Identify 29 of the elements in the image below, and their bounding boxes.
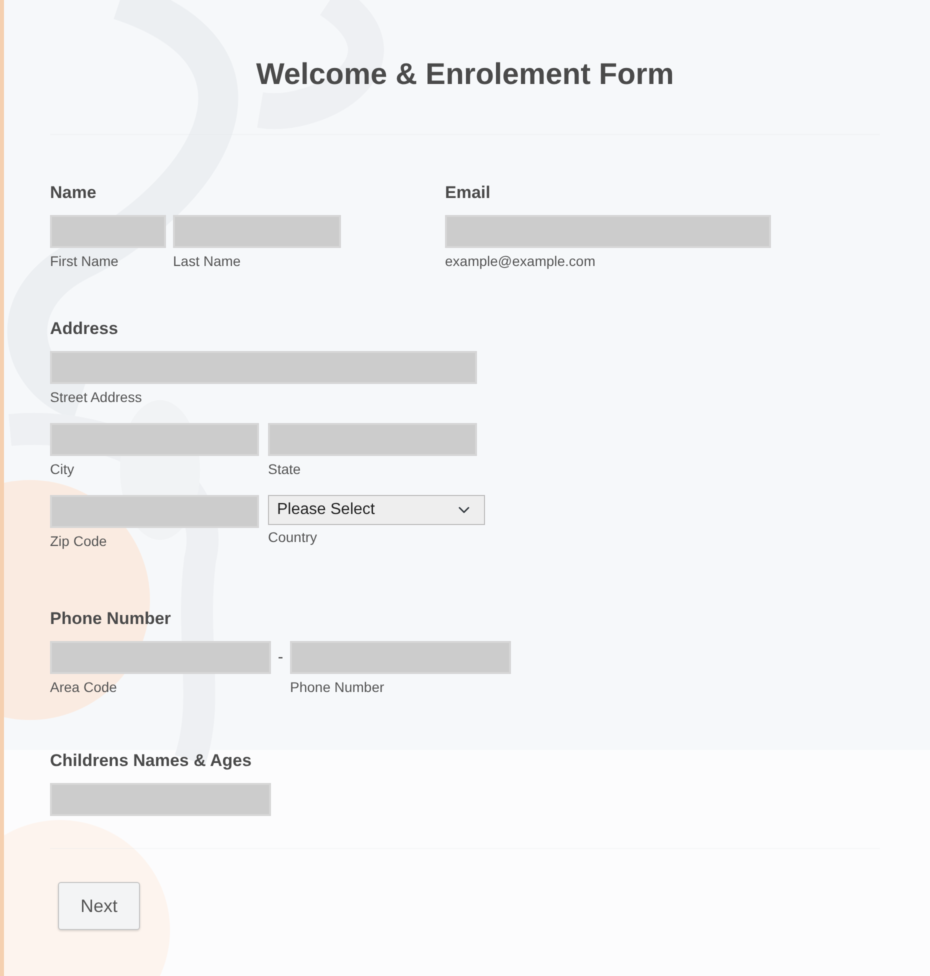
text-field[interactable] <box>50 495 259 528</box>
text-field[interactable] <box>268 423 477 456</box>
text-field[interactable] <box>50 641 271 674</box>
field-caption: City <box>50 461 76 477</box>
field-label: Childrens Names & Ages <box>50 751 253 771</box>
field-caption: example@example.com <box>445 253 596 269</box>
field-label: Phone Number <box>50 609 172 629</box>
field-caption: Street Address <box>50 389 143 405</box>
text-field[interactable] <box>173 215 341 248</box>
field-label: Name <box>50 183 98 203</box>
text-field[interactable] <box>50 783 271 816</box>
field-label: Address <box>50 319 120 339</box>
field-caption: Zip Code <box>50 533 108 549</box>
text-field[interactable] <box>290 641 511 674</box>
field-caption: Phone Number <box>290 679 386 695</box>
form-title: Welcome & Enrolement Form <box>255 57 675 93</box>
field-caption: Country <box>268 529 318 545</box>
field-caption: Last Name <box>173 253 242 269</box>
text-field[interactable] <box>50 351 477 384</box>
country-select[interactable]: Please Select <box>268 495 485 525</box>
text-field[interactable] <box>50 215 166 248</box>
separator-text: - <box>276 648 284 668</box>
field-caption: First Name <box>50 253 120 269</box>
text-field[interactable] <box>445 215 771 248</box>
next-button[interactable]: Next <box>58 882 140 930</box>
field-caption: State <box>268 461 302 477</box>
field-label: Email <box>445 183 492 203</box>
field-caption: Area Code <box>50 679 118 695</box>
text-field[interactable] <box>50 423 259 456</box>
